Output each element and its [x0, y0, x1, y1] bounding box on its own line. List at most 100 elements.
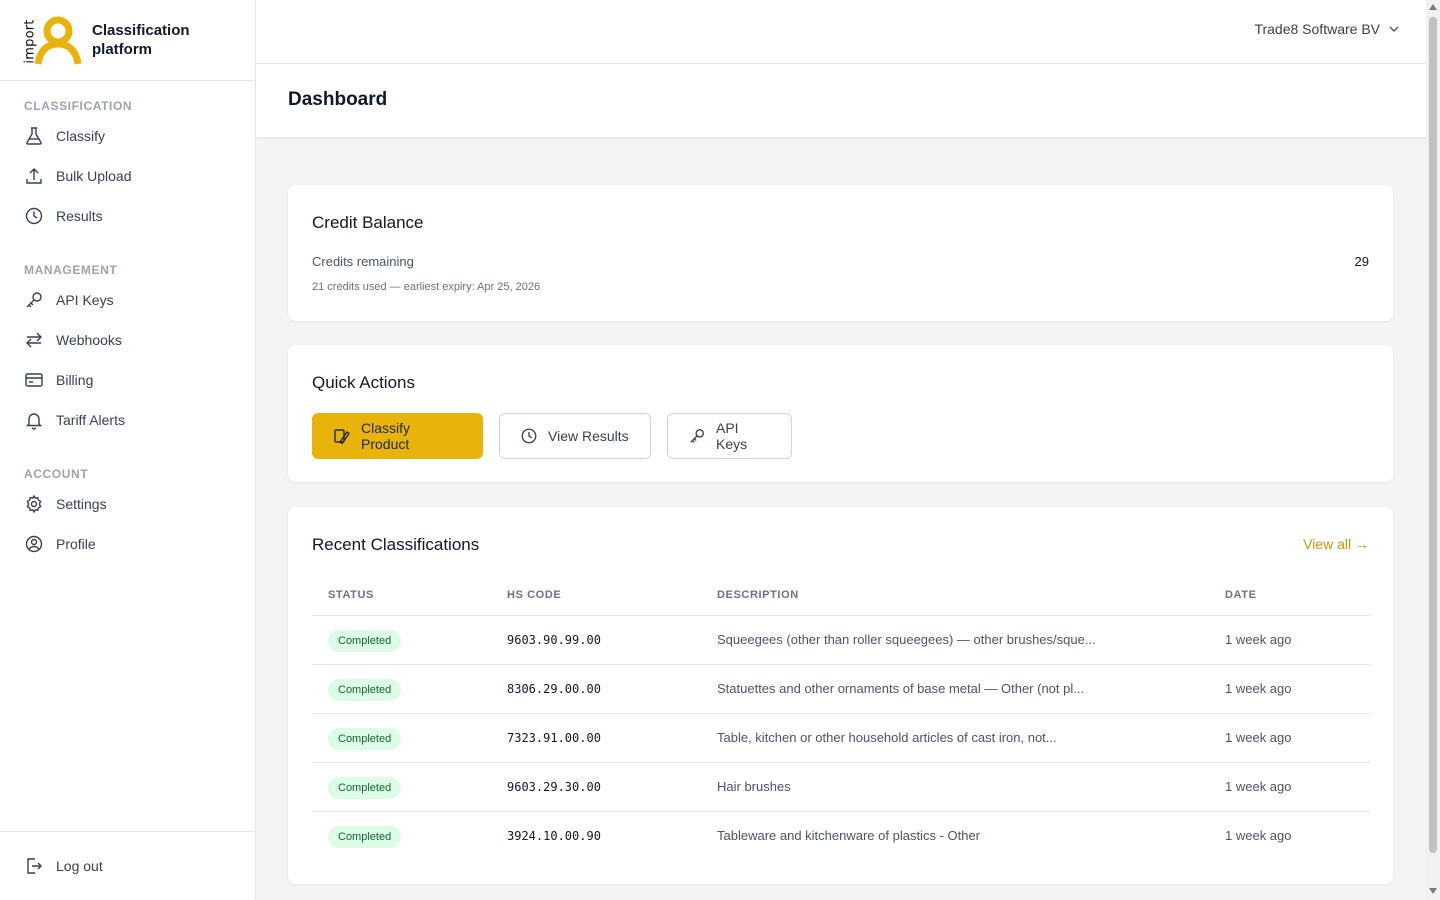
clock-icon — [520, 427, 538, 445]
hs-code: 3924.10.00.90 — [507, 829, 601, 843]
classifications-table: STATUS HS CODE DESCRIPTION DATE Complete… — [312, 574, 1370, 861]
classify-product-button[interactable]: Classify Product — [312, 413, 483, 459]
credits-remaining-label: Credits remaining — [312, 254, 414, 269]
status-badge: Completed — [328, 826, 402, 848]
table-row[interactable]: Completed 7323.91.00.00 Table, kitchen o… — [312, 714, 1370, 763]
description: Hair brushes — [717, 779, 791, 794]
status-badge: Completed — [328, 630, 402, 652]
quick-actions-card: Quick Actions Classify Product View Resu… — [288, 345, 1393, 482]
sidebar: import Classification platform CLASSIFIC… — [0, 0, 256, 900]
nav-heading: MANAGEMENT — [24, 263, 118, 277]
status-badge: Completed — [328, 777, 402, 799]
description: Table, kitchen or other household articl… — [717, 730, 1057, 745]
nav-heading: ACCOUNT — [24, 467, 89, 481]
chevron-down-icon — [1389, 26, 1399, 32]
sidebar-item-label: Results — [56, 208, 103, 224]
scroll-down-arrow-icon[interactable] — [1429, 888, 1437, 894]
key-icon — [688, 427, 706, 445]
flask-icon — [24, 126, 44, 146]
clock-icon — [24, 206, 44, 226]
credit-balance-card: Credit Balance Credits remaining 29 21 c… — [288, 185, 1393, 321]
column-header-status: STATUS — [328, 589, 374, 601]
date: 1 week ago — [1225, 730, 1292, 745]
button-label: View Results — [548, 428, 629, 444]
table-row[interactable]: Completed 9603.90.99.00 Squeegees (other… — [312, 616, 1370, 665]
page-scrollbar[interactable] — [1426, 0, 1440, 900]
sidebar-item-billing[interactable]: Billing — [24, 360, 231, 400]
date: 1 week ago — [1225, 828, 1292, 843]
brand-name-line1: Classification — [92, 22, 190, 39]
sidebar-item-webhooks[interactable]: Webhooks — [24, 320, 231, 360]
nav-section-management: MANAGEMENT API Keys Webhooks Billing Tar… — [0, 260, 255, 440]
sidebar-item-tariff-alerts[interactable]: Tariff Alerts — [24, 400, 231, 440]
credits-usage-note: 21 credits used — earliest expiry: Apr 2… — [312, 281, 541, 293]
page-header: Dashboard — [256, 64, 1426, 138]
hs-code: 8306.29.00.00 — [507, 682, 601, 696]
hs-code: 9603.90.99.00 — [507, 633, 601, 647]
sidebar-item-settings[interactable]: Settings — [24, 484, 231, 524]
api-keys-button[interactable]: API Keys — [667, 413, 792, 459]
sidebar-item-label: Profile — [56, 536, 96, 552]
page-title: Dashboard — [288, 89, 388, 110]
sidebar-item-label: Webhooks — [56, 332, 122, 348]
sidebar-item-classify[interactable]: Classify — [24, 116, 231, 156]
card-title: Recent Classifications — [312, 535, 480, 554]
description: Tableware and kitchenware of plastics - … — [717, 828, 981, 843]
card-icon — [24, 370, 44, 390]
brand[interactable]: import Classification platform — [0, 0, 255, 81]
sidebar-item-results[interactable]: Results — [24, 196, 231, 236]
description: Squeegees (other than roller squeegees) … — [717, 632, 1096, 647]
logout-button[interactable]: Log out — [0, 831, 255, 900]
sidebar-item-label: Billing — [56, 372, 94, 388]
bell-icon — [24, 410, 44, 430]
description: Statuettes and other ornaments of base m… — [717, 681, 1085, 696]
sidebar-item-label: Classify — [56, 128, 106, 144]
sidebar-item-api-keys[interactable]: API Keys — [24, 280, 231, 320]
nav-heading: CLASSIFICATION — [24, 99, 133, 113]
logout-label: Log out — [56, 858, 103, 874]
sidebar-item-label: API Keys — [56, 292, 114, 308]
nav-section-classification: CLASSIFICATION Classify Bulk Upload Resu… — [0, 96, 255, 236]
status-badge: Completed — [328, 728, 402, 750]
scroll-up-arrow-icon[interactable] — [1429, 4, 1437, 10]
hs-code: 7323.91.00.00 — [507, 731, 601, 745]
date: 1 week ago — [1225, 632, 1292, 647]
card-title: Quick Actions — [312, 373, 415, 392]
recent-classifications-card: Recent Classifications View all → STATUS… — [288, 507, 1393, 884]
hs-code: 9603.29.30.00 — [507, 780, 601, 794]
topbar: Trade8 Software BV — [256, 0, 1426, 64]
sidebar-item-label: Tariff Alerts — [56, 412, 125, 428]
company-switcher[interactable]: Trade8 Software BV — [1254, 21, 1400, 37]
brand-logo: import — [18, 14, 86, 66]
button-label: Classify Product — [361, 420, 411, 452]
table-row[interactable]: Completed 3924.10.00.90 Tableware and ki… — [312, 812, 1370, 861]
date: 1 week ago — [1225, 681, 1292, 696]
brand-name: Classification platform — [92, 21, 190, 59]
sidebar-item-bulk-upload[interactable]: Bulk Upload — [24, 156, 231, 196]
sidebar-item-label: Bulk Upload — [56, 168, 132, 184]
key-icon — [24, 290, 44, 310]
column-header-date: DATE — [1225, 589, 1257, 601]
credits-remaining-value: 29 — [1354, 254, 1369, 269]
view-all-link[interactable]: View all → — [1303, 536, 1369, 552]
column-header-description: DESCRIPTION — [717, 589, 799, 601]
date: 1 week ago — [1225, 779, 1292, 794]
logout-icon — [24, 856, 44, 876]
brand-name-line2: platform — [92, 41, 152, 58]
table-row[interactable]: Completed 9603.29.30.00 Hair brushes 1 w… — [312, 763, 1370, 812]
classify-icon — [333, 427, 351, 445]
sidebar-item-label: Settings — [56, 496, 107, 512]
upload-icon — [24, 166, 44, 186]
company-name: Trade8 Software BV — [1254, 21, 1380, 37]
view-results-button[interactable]: View Results — [499, 413, 651, 459]
logo-mark-icon — [34, 16, 82, 65]
scroll-thumb[interactable] — [1429, 17, 1437, 853]
button-label: API Keys — [716, 420, 748, 452]
table-row[interactable]: Completed 8306.29.00.00 Statuettes and o… — [312, 665, 1370, 714]
arrows-icon — [24, 330, 44, 350]
sidebar-item-profile[interactable]: Profile — [24, 524, 231, 564]
column-header-hs-code: HS CODE — [507, 589, 562, 601]
gear-icon — [24, 494, 44, 514]
nav-section-account: ACCOUNT Settings Profile — [0, 464, 255, 564]
user-circle-icon — [24, 534, 44, 554]
